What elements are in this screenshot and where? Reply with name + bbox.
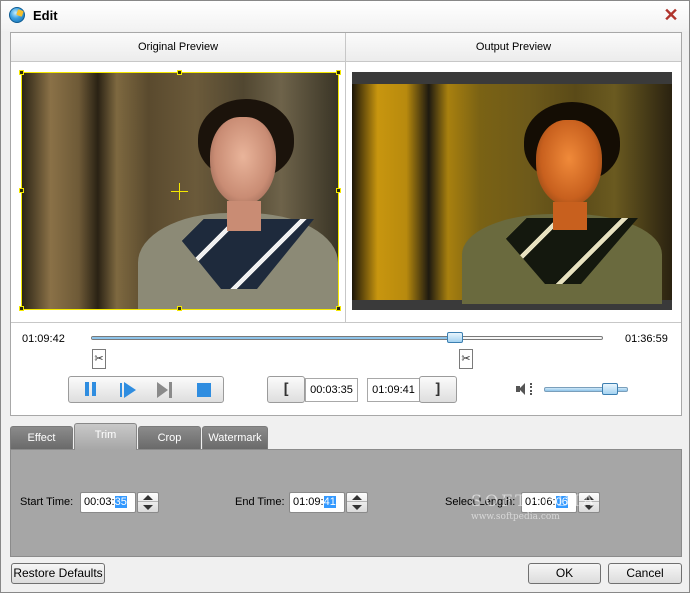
- softpedia-watermark: SOFTPEDIA www.softpedia.com: [471, 491, 597, 522]
- figure-neck: [227, 201, 261, 231]
- watermark-url: www.softpedia.com: [471, 512, 560, 522]
- stop-icon[interactable]: [195, 380, 217, 400]
- preview-divider: [345, 62, 346, 322]
- output-figure-neck: [553, 202, 587, 230]
- spin-up-icon[interactable]: [138, 493, 158, 502]
- end-time-spinner[interactable]: [346, 492, 368, 513]
- crop-handle-tl[interactable]: [19, 70, 24, 75]
- original-preview-header: Original Preview: [11, 33, 346, 62]
- trim-start-marker-icon[interactable]: ✂: [92, 349, 106, 369]
- crop-handle-br[interactable]: [336, 306, 341, 311]
- edit-window: Edit ✕ Original Preview Output Preview 0…: [0, 0, 690, 593]
- crop-handle-tc[interactable]: [177, 70, 182, 75]
- preview-bottom-divider: [11, 322, 681, 323]
- output-video-image: [352, 84, 672, 304]
- end-time-label: End Time:: [235, 496, 285, 508]
- figure-face: [210, 117, 276, 205]
- volume-thumb[interactable]: [601, 383, 618, 395]
- seek-thumb[interactable]: [447, 332, 464, 343]
- crop-handle-bc[interactable]: [177, 306, 182, 311]
- volume-waves-icon: [526, 383, 532, 395]
- spin-up-icon[interactable]: [347, 493, 367, 502]
- total-time: 01:36:59: [625, 333, 668, 345]
- start-time-selected: 35: [114, 496, 127, 508]
- trim-start-time: 00:03:35: [305, 378, 358, 402]
- next-frame-icon[interactable]: [155, 380, 177, 400]
- crop-handle-tr[interactable]: [336, 70, 341, 75]
- spin-down-icon[interactable]: [138, 503, 158, 512]
- watermark-text: SOFTPEDIA: [471, 491, 597, 510]
- ok-button[interactable]: OK: [528, 563, 601, 584]
- start-time-input[interactable]: 00:03:35: [80, 492, 136, 513]
- output-preview-header: Output Preview: [346, 33, 681, 62]
- start-time-spinner[interactable]: [137, 492, 159, 513]
- playback-controls: [68, 376, 224, 403]
- restore-defaults-button[interactable]: Restore Defaults: [11, 563, 105, 584]
- pause-icon[interactable]: [81, 380, 103, 400]
- app-globe-icon: [9, 7, 25, 23]
- seek-bar[interactable]: [91, 336, 603, 340]
- start-time-value: 00:03:: [84, 496, 115, 508]
- cancel-button[interactable]: Cancel: [608, 563, 682, 584]
- set-end-button[interactable]: ]: [419, 376, 457, 403]
- crop-center-crosshair-v: [179, 183, 180, 200]
- tab-effect[interactable]: Effect: [10, 426, 73, 449]
- trim-end-marker-icon[interactable]: ✂: [459, 349, 473, 369]
- tab-watermark[interactable]: Watermark: [202, 426, 268, 449]
- end-time-input[interactable]: 01:09:41: [289, 492, 345, 513]
- trim-end-time: 01:09:41: [367, 378, 420, 402]
- end-time-value: 01:09:: [293, 496, 324, 508]
- seek-bar-fill: [92, 337, 459, 339]
- tab-crop[interactable]: Crop: [138, 426, 201, 449]
- spin-down-icon[interactable]: [347, 503, 367, 512]
- close-icon[interactable]: ✕: [661, 5, 681, 25]
- output-video-frame: [352, 72, 672, 310]
- title-bar: Edit ✕: [1, 1, 689, 31]
- window-title: Edit: [33, 8, 58, 23]
- output-figure-face: [536, 120, 602, 206]
- play-icon[interactable]: [117, 380, 139, 400]
- crop-handle-ml[interactable]: [19, 188, 24, 193]
- current-time: 01:09:42: [22, 333, 65, 345]
- crop-handle-bl[interactable]: [19, 306, 24, 311]
- set-start-button[interactable]: [: [267, 376, 305, 403]
- end-time-selected: 41: [323, 496, 336, 508]
- tab-trim[interactable]: Trim: [74, 423, 137, 450]
- crop-handle-mr[interactable]: [336, 188, 341, 193]
- preview-panel: Original Preview Output Preview: [10, 32, 682, 416]
- start-time-label: Start Time:: [20, 496, 74, 508]
